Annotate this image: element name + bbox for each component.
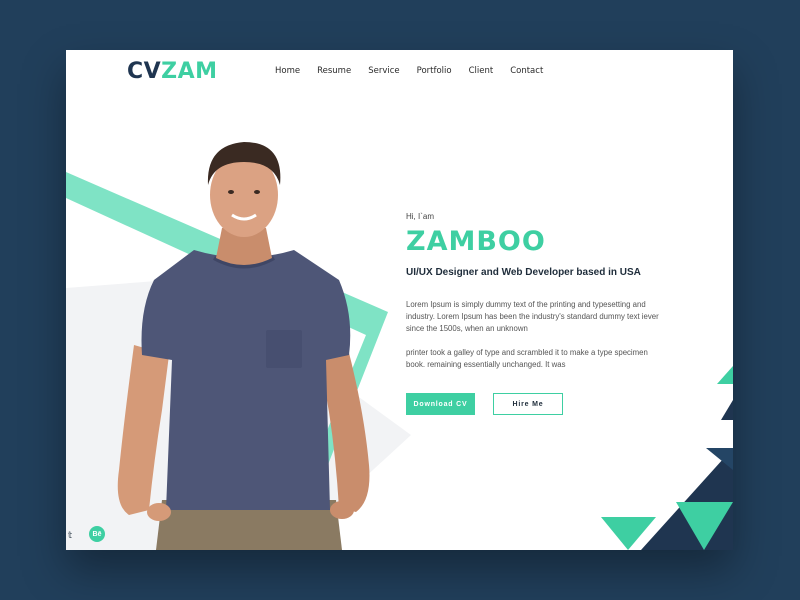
logo-zam: ZAM [161, 59, 218, 84]
tri-green-small [717, 366, 733, 384]
twitter-icon[interactable]: 𝕥 [68, 530, 72, 541]
nav-contact[interactable]: Contact [510, 66, 543, 76]
tri-navy-large [641, 448, 733, 550]
intro-paragraph-2: printer took a galley of type and scramb… [406, 348, 648, 369]
hire-me-button[interactable]: Hire Me [493, 393, 563, 415]
main-nav: Home Resume Service Portfolio Client Con… [275, 66, 560, 76]
nav-client[interactable]: Client [469, 66, 494, 76]
download-cv-button[interactable]: Download CV [406, 393, 475, 415]
intro-paragraph-1: Lorem Ipsum is simply dummy text of the … [406, 300, 659, 333]
logo[interactable]: CVZAM [127, 59, 218, 84]
profile-photo [117, 142, 370, 550]
nav-portfolio[interactable]: Portfolio [417, 66, 452, 76]
hero-role: UI/UX Designer and Web Developer based i… [406, 267, 641, 278]
greeting: Hi, I`am [406, 212, 434, 221]
behance-icon[interactable]: Bē [89, 526, 105, 542]
hero-name: ZAMBOO [406, 226, 546, 257]
tri-navy-small [721, 400, 733, 420]
nav-service[interactable]: Service [368, 66, 399, 76]
logo-cv: CV [127, 59, 162, 84]
page-card: CVZAM Home Resume Service Portfolio Clie… [66, 50, 733, 550]
nav-home[interactable]: Home [275, 66, 300, 76]
nav-resume[interactable]: Resume [317, 66, 351, 76]
